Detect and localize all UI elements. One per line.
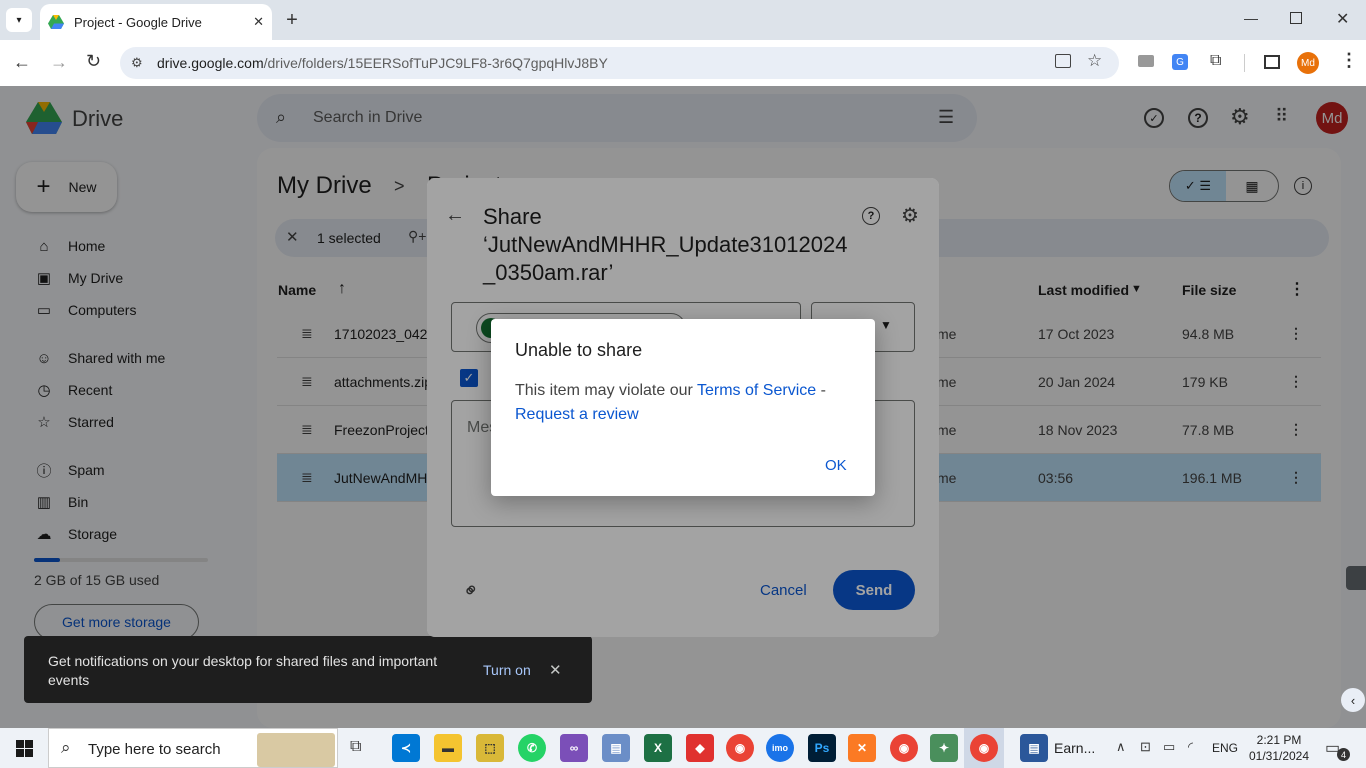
bookmark-star-icon[interactable]: ☆: [1087, 51, 1102, 71]
terms-of-service-link[interactable]: Terms of Service: [697, 382, 816, 399]
clock-date: 01/31/2024: [1248, 749, 1310, 763]
chrome-menu-icon[interactable]: ⋮: [1340, 50, 1358, 71]
side-panel-icon[interactable]: [1264, 55, 1280, 69]
visual-studio-icon[interactable]: ∞: [560, 734, 588, 762]
turn-on-button[interactable]: Turn on: [483, 662, 531, 678]
imo-icon[interactable]: imo: [766, 734, 794, 762]
word-taskbar-label[interactable]: Earn...: [1054, 740, 1095, 756]
alert-body-text: This item may violate our: [515, 382, 697, 399]
tab-title: Project - Google Drive: [74, 14, 202, 30]
profile-avatar[interactable]: Md: [1297, 52, 1319, 74]
browser-tab[interactable]: Project - Google Drive ✕: [40, 4, 272, 40]
extensions-icon[interactable]: ⧉: [1210, 52, 1221, 70]
tray-chevron-icon[interactable]: ∧: [1116, 739, 1126, 755]
vscode-icon[interactable]: ≺: [392, 734, 420, 762]
notification-badge: 4: [1337, 748, 1350, 761]
windows-start-icon[interactable]: [16, 740, 33, 757]
anydesk-icon[interactable]: ◆: [686, 734, 714, 762]
url-path: /drive/folders/15EERSofTuPJC9LF8-3r6Q7gp…: [263, 55, 608, 71]
app-icon[interactable]: ▤: [602, 734, 630, 762]
battery-icon[interactable]: ▭: [1163, 739, 1175, 755]
window-close-icon[interactable]: ✕: [1336, 9, 1349, 29]
clock-time: 2:21 PM: [1256, 733, 1302, 747]
clock[interactable]: 2:21 PM 01/31/2024: [1248, 732, 1310, 764]
alert-title: Unable to share: [515, 340, 643, 360]
ok-button[interactable]: OK: [825, 457, 847, 474]
word-doc-icon[interactable]: ▤: [1020, 734, 1048, 762]
app-icon[interactable]: ⬚: [476, 734, 504, 762]
unable-to-share-alert: Unable to share This item may violate ou…: [491, 319, 875, 496]
request-review-link[interactable]: Request a review: [515, 406, 639, 423]
tray-device-icon[interactable]: ⊡: [1140, 739, 1151, 755]
whatsapp-icon[interactable]: ✆: [518, 734, 546, 762]
file-explorer-icon[interactable]: ▬: [434, 734, 462, 762]
search-highlight-image: [257, 733, 335, 767]
install-app-icon[interactable]: [1055, 54, 1071, 68]
url-text[interactable]: drive.google.com/drive/folders/15EERSofT…: [157, 55, 608, 71]
chrome-icon[interactable]: ◉: [726, 734, 754, 762]
restore-icon[interactable]: [1290, 12, 1302, 24]
taskbar-search-box[interactable]: ⌕ Type here to search: [48, 728, 338, 768]
snackbar-close-icon[interactable]: ✕: [549, 661, 562, 679]
language-indicator[interactable]: ENG: [1212, 741, 1238, 755]
tab-close-icon[interactable]: ✕: [253, 14, 264, 30]
tab-search-icon[interactable]: ▾: [6, 8, 32, 32]
new-tab-icon[interactable]: +: [282, 9, 302, 31]
task-view-icon[interactable]: ⧉: [350, 738, 361, 756]
alert-dash: -: [816, 382, 826, 399]
snackbar-text: Get notifications on your desktop for sh…: [48, 653, 438, 688]
reload-icon[interactable]: ↻: [86, 51, 101, 72]
back-icon[interactable]: ←: [13, 52, 31, 73]
site-info-icon[interactable]: ⚙: [131, 55, 143, 71]
xampp-icon[interactable]: ✕: [848, 734, 876, 762]
forward-icon[interactable]: →: [50, 52, 68, 73]
camera-icon[interactable]: [1138, 55, 1154, 67]
url-host: drive.google.com: [157, 55, 264, 71]
translate-icon[interactable]: G: [1172, 54, 1188, 70]
side-widget[interactable]: [1346, 566, 1366, 590]
minimize-icon[interactable]: —: [1244, 10, 1258, 26]
toolbar-divider: [1244, 54, 1245, 72]
wifi-icon[interactable]: ◜: [1188, 739, 1193, 755]
notification-snackbar: Get notifications on your desktop for sh…: [24, 636, 592, 703]
chrome-active-icon[interactable]: ◉: [970, 734, 998, 762]
chrome-profile-icon[interactable]: ◉: [890, 734, 918, 762]
photoshop-icon[interactable]: Ps: [808, 734, 836, 762]
side-panel-toggle-icon[interactable]: ‹: [1341, 688, 1365, 712]
taskbar-search-icon: ⌕: [61, 738, 71, 757]
alert-body: This item may violate our Terms of Servi…: [515, 379, 855, 427]
excel-icon[interactable]: X: [644, 734, 672, 762]
google-drive-favicon-icon: [48, 15, 64, 29]
app-icon[interactable]: ✦: [930, 734, 958, 762]
taskbar-search-placeholder: Type here to search: [88, 741, 221, 758]
